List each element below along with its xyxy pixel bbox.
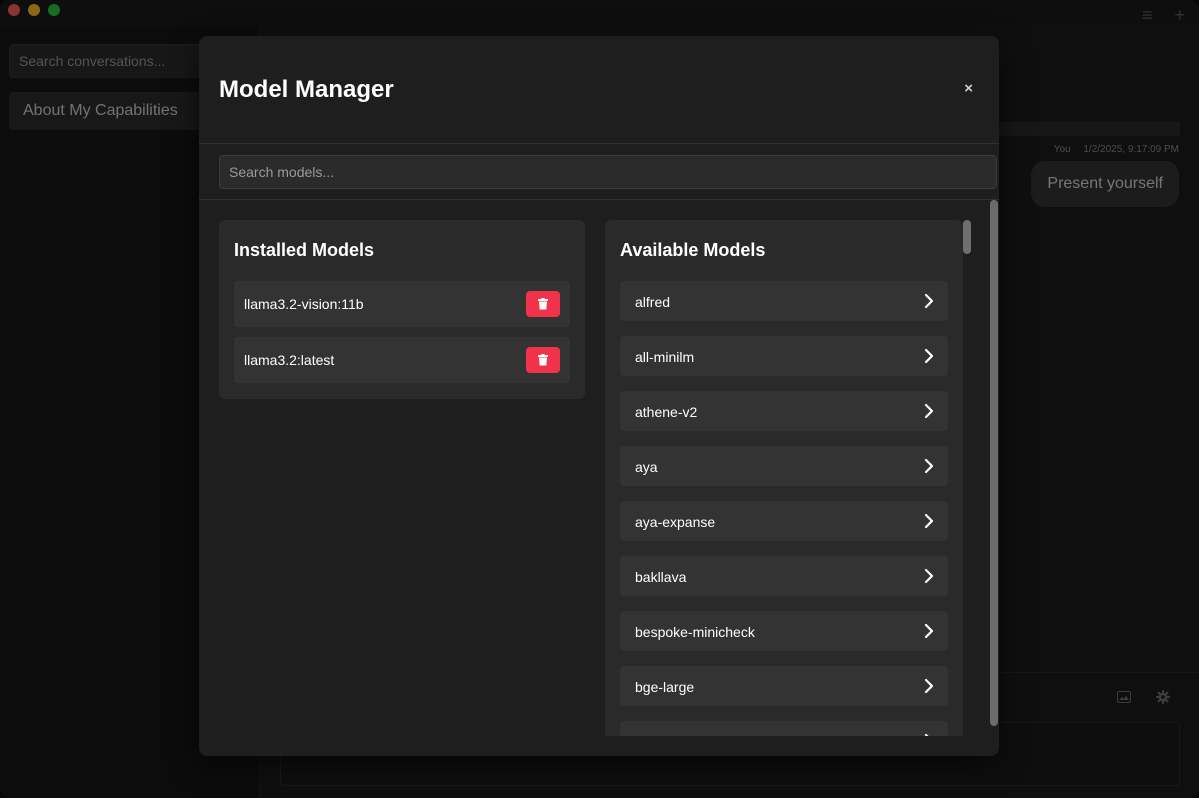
available-model-row[interactable]: athene-v2 [620,391,948,431]
chevron-right-icon [924,623,934,639]
available-models-viewport: Available Models alfred all-minilm athen… [605,220,963,736]
model-search-bar: Search models... [199,144,999,200]
available-model-row[interactable]: aya [620,446,948,486]
chevron-right-icon [924,513,934,529]
trash-icon [538,298,548,310]
available-model-row[interactable]: all-minilm [620,336,948,376]
available-models-panel: Available Models alfred all-minilm athen… [605,220,963,736]
available-list-scroll-thumb[interactable] [963,220,971,254]
available-model-row[interactable]: bakllava [620,556,948,596]
modal-scroll-thumb[interactable] [990,200,998,726]
delete-model-button[interactable] [526,347,560,373]
chevron-right-icon [924,568,934,584]
available-model-row[interactable] [620,721,948,736]
available-model-name: athene-v2 [635,404,698,420]
available-model-row[interactable]: bespoke-minicheck [620,611,948,651]
available-model-name: all-minilm [635,349,695,365]
chevron-right-icon [924,458,934,474]
installed-model-row: llama3.2-vision:11b [234,281,570,327]
installed-models-panel: Installed Models llama3.2-vision:11b lla… [219,220,585,399]
modal-title: Model Manager [219,76,394,103]
installed-model-name: llama3.2-vision:11b [244,296,364,312]
trash-icon [538,354,548,366]
chevron-right-icon [924,348,934,364]
chevron-right-icon [924,293,934,309]
available-model-name: aya-expanse [635,514,716,530]
installed-models-title: Installed Models [234,240,375,260]
modal-header: Model Manager × [199,36,999,144]
close-modal-button[interactable]: × [964,80,973,97]
available-model-name: alfred [635,294,671,310]
available-model-name: bespoke-minicheck [635,624,755,640]
delete-model-button[interactable] [526,291,560,317]
available-model-row[interactable]: alfred [620,281,948,321]
available-model-name: bakllava [635,569,687,585]
available-models-title: Available Models [620,240,766,260]
available-model-name: bge-large [635,679,695,695]
modal-scrollbar[interactable] [990,200,998,726]
chevron-right-icon [924,678,934,694]
available-model-name: aya [635,459,658,475]
installed-model-name: llama3.2:latest [244,352,335,368]
model-search-input[interactable]: Search models... [219,155,997,189]
installed-model-row: llama3.2:latest [234,337,570,383]
available-model-row[interactable]: aya-expanse [620,501,948,541]
chevron-right-icon [924,733,929,736]
chevron-right-icon [924,403,934,419]
available-model-row[interactable]: bge-large [620,666,948,706]
model-manager-modal: Model Manager × Search models... Install… [199,36,999,756]
